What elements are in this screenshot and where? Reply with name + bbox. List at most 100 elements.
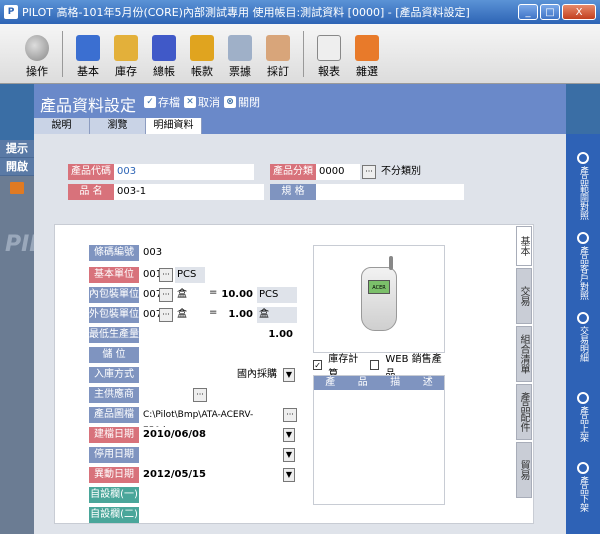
product-image: ACER <box>313 245 445 353</box>
toolbar-ledger-button[interactable]: 總帳 <box>145 35 183 83</box>
close-form-button[interactable]: ⊗ 關閉 <box>224 94 260 110</box>
image-path-field[interactable]: C:\Pilot\Bmp\ATA-ACERV-750.jpg <box>141 407 281 436</box>
content-area: 產品代碼 003 產品分類 0000 ··· 不分類別 品 名 003-1 規 … <box>34 134 566 534</box>
inner-pack-name: 盒 <box>175 287 205 303</box>
toolbar-report-button[interactable]: 報表 <box>310 35 348 83</box>
magnifier-icon <box>577 232 589 244</box>
name-field[interactable]: 003-1 <box>114 184 264 200</box>
vertical-tabs: 基本 交易 組合清單 產品配件 貿易 <box>516 226 532 500</box>
custom1-field[interactable] <box>141 487 297 503</box>
inner-pack-qty[interactable]: 10.00 <box>219 287 255 303</box>
title-bar: P PILOT 高格-101年5月份(CORE)內部測試專用 使用帳目:測試資料… <box>0 0 600 24</box>
chevron-down-icon[interactable]: ▼ <box>283 448 295 462</box>
created-date-label: 建檔日期 <box>89 427 139 443</box>
disabled-date-field[interactable] <box>141 447 281 463</box>
code-field[interactable]: 003 <box>114 164 254 180</box>
chevron-down-icon[interactable]: ▼ <box>283 468 295 482</box>
close-window-button[interactable]: X <box>562 4 596 20</box>
category-lookup-button[interactable]: ··· <box>362 165 376 179</box>
custom2-field[interactable] <box>141 507 297 523</box>
save-icon: ✓ <box>144 96 156 108</box>
toolbar-basic-button[interactable]: 基本 <box>69 35 107 83</box>
min-production-field[interactable]: 1.00 <box>141 327 297 343</box>
category-name: 不分類別 <box>378 164 464 180</box>
phone-screen-text: ACER <box>368 280 390 294</box>
chevron-down-icon[interactable]: ▼ <box>283 428 295 442</box>
toolbar-operate-button[interactable]: 操作 <box>18 35 56 83</box>
image-browse-button[interactable]: ··· <box>283 408 297 422</box>
report-icon <box>317 35 341 61</box>
vtab-combo-list[interactable]: 組合清單 <box>516 326 532 382</box>
form-tabs: 說明 瀏覽 明細資料 <box>34 118 202 134</box>
toolbar-bills-button[interactable]: 票據 <box>221 35 259 83</box>
tab-description[interactable]: 說明 <box>34 118 90 134</box>
save-button[interactable]: ✓ 存檔 <box>144 94 180 110</box>
location-label: 儲 位 <box>89 347 139 363</box>
folder-icon[interactable] <box>10 182 24 194</box>
outer-pack-lookup-button[interactable]: ··· <box>159 308 173 322</box>
cancel-icon: ✕ <box>184 96 196 108</box>
inventory-icon <box>114 35 138 61</box>
instock-method-select[interactable]: 國內採購 <box>141 367 281 383</box>
vtab-trade[interactable]: 貿易 <box>516 442 532 498</box>
close-icon: ⊗ <box>224 96 236 108</box>
category-label: 產品分類 <box>270 164 316 180</box>
description-header: 產 品 描 述 <box>314 376 444 390</box>
toolbar-accounts-button[interactable]: 帳款 <box>183 35 221 83</box>
stock-calc-checkbox[interactable]: ✓ <box>313 360 323 370</box>
category-code-field[interactable]: 0000 <box>316 164 360 180</box>
toolbar-inventory-button[interactable]: 庫存 <box>107 35 145 83</box>
tab-browse[interactable]: 瀏覽 <box>90 118 146 134</box>
toolbar-misc-button[interactable]: 雜選 <box>348 35 386 83</box>
maximize-button[interactable]: □ <box>540 4 560 20</box>
magnifier-icon <box>577 312 589 324</box>
tab-detail[interactable]: 明細資料 <box>146 118 202 134</box>
right-item-shelf-down[interactable]: 產品下架 <box>566 462 600 512</box>
misc-icon <box>355 35 379 61</box>
spec-field[interactable] <box>316 184 464 200</box>
chevron-down-icon[interactable]: ▼ <box>283 368 295 382</box>
option-checks: ✓ 庫存計算 WEB 銷售產品 <box>313 354 442 380</box>
supplier-lookup-button[interactable]: ··· <box>193 388 207 402</box>
purchase-icon <box>266 35 290 61</box>
detail-panel: 條碼編號 003 基本單位 001 ··· PCS 內包裝單位 007 ··· … <box>54 224 534 524</box>
base-unit-code[interactable]: 001 <box>141 267 162 283</box>
vtab-accessories[interactable]: 產品配件 <box>516 384 532 440</box>
base-unit-lookup-button[interactable]: ··· <box>159 268 173 282</box>
operate-icon <box>25 35 49 61</box>
outer-pack-code[interactable]: 007 <box>141 307 162 323</box>
left-panel: 提示 開啟 PILOT <box>0 140 76 534</box>
outer-pack-label: 外包裝單位 <box>89 307 139 323</box>
custom2-label: 自設欄(二) <box>89 507 139 523</box>
hint-button[interactable]: 提示 <box>0 140 34 158</box>
minimize-button[interactable]: _ <box>518 4 538 20</box>
instock-method-label: 入庫方式 <box>89 367 139 383</box>
outer-pack-unit: 盒 <box>257 307 297 323</box>
magnifier-icon <box>577 392 589 404</box>
right-panel: 產品範圍對照 產品客戶對照 交易明細 產品上架 產品下架 <box>566 134 600 534</box>
spec-label: 規 格 <box>270 184 316 200</box>
inner-pack-unit: PCS <box>257 287 297 303</box>
inner-pack-code[interactable]: 007 <box>141 287 162 303</box>
right-item-customer[interactable]: 產品客戶對照 <box>566 232 600 300</box>
right-item-range[interactable]: 產品範圍對照 <box>566 152 600 220</box>
right-item-shelf-up[interactable]: 產品上架 <box>566 392 600 442</box>
location-field[interactable] <box>141 347 297 363</box>
outer-pack-qty[interactable]: 1.00 <box>219 307 255 323</box>
image-label: 產品圖檔 <box>89 407 139 423</box>
web-sale-checkbox[interactable] <box>370 360 380 370</box>
vtab-basic[interactable]: 基本 <box>516 226 532 266</box>
barcode-field[interactable]: 003 <box>141 245 291 261</box>
accounts-icon <box>190 35 214 61</box>
description-table[interactable]: 產 品 描 述 <box>313 375 445 505</box>
toolbar-purchase-button[interactable]: 採訂 <box>259 35 297 83</box>
changed-date-field[interactable]: 2012/05/15 <box>141 467 281 483</box>
right-item-transactions[interactable]: 交易明細 <box>566 312 600 362</box>
open-button[interactable]: 開啟 <box>0 158 34 176</box>
cancel-button[interactable]: ✕ 取消 <box>184 94 220 110</box>
inner-pack-lookup-button[interactable]: ··· <box>159 288 173 302</box>
vtab-transactions[interactable]: 交易 <box>516 268 532 324</box>
magnifier-icon <box>577 152 589 164</box>
supplier-field[interactable] <box>141 387 191 403</box>
created-date-field[interactable]: 2010/06/08 <box>141 427 281 443</box>
